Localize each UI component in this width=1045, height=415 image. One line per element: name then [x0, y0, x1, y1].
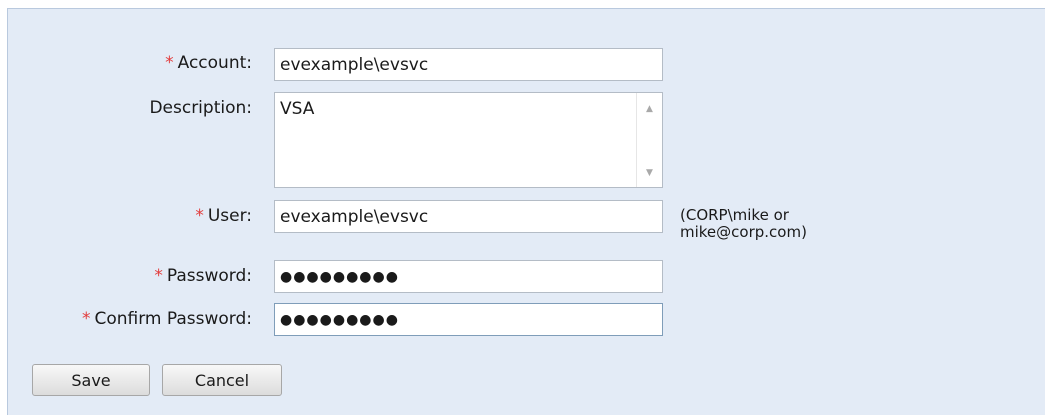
- password-input[interactable]: [274, 260, 663, 293]
- scroll-down-arrow-icon[interactable]: ▼: [637, 164, 662, 182]
- confirm-password-input[interactable]: [274, 303, 663, 336]
- required-marker: *: [154, 266, 163, 286]
- account-input[interactable]: [274, 48, 663, 81]
- required-marker: *: [165, 53, 174, 73]
- cancel-button[interactable]: Cancel: [162, 364, 282, 396]
- save-button[interactable]: Save: [32, 364, 150, 396]
- confirm-password-label: * Confirm Password:: [81, 309, 252, 329]
- required-marker: *: [195, 206, 204, 226]
- description-scrollbar[interactable]: ▲ ▼: [636, 93, 662, 187]
- required-marker: *: [81, 309, 91, 329]
- description-textarea-wrapper: VSA ▲ ▼: [274, 92, 663, 188]
- scroll-up-arrow-icon[interactable]: ▲: [637, 100, 662, 118]
- user-label: * User:: [195, 206, 252, 226]
- description-textarea[interactable]: VSA: [275, 93, 635, 187]
- account-label: * Account:: [165, 53, 252, 73]
- user-format-hint: (CORP\mike or mike@corp.com): [680, 206, 807, 241]
- password-label: * Password:: [154, 266, 252, 286]
- user-input[interactable]: [274, 200, 663, 233]
- description-label: Description:: [149, 98, 252, 118]
